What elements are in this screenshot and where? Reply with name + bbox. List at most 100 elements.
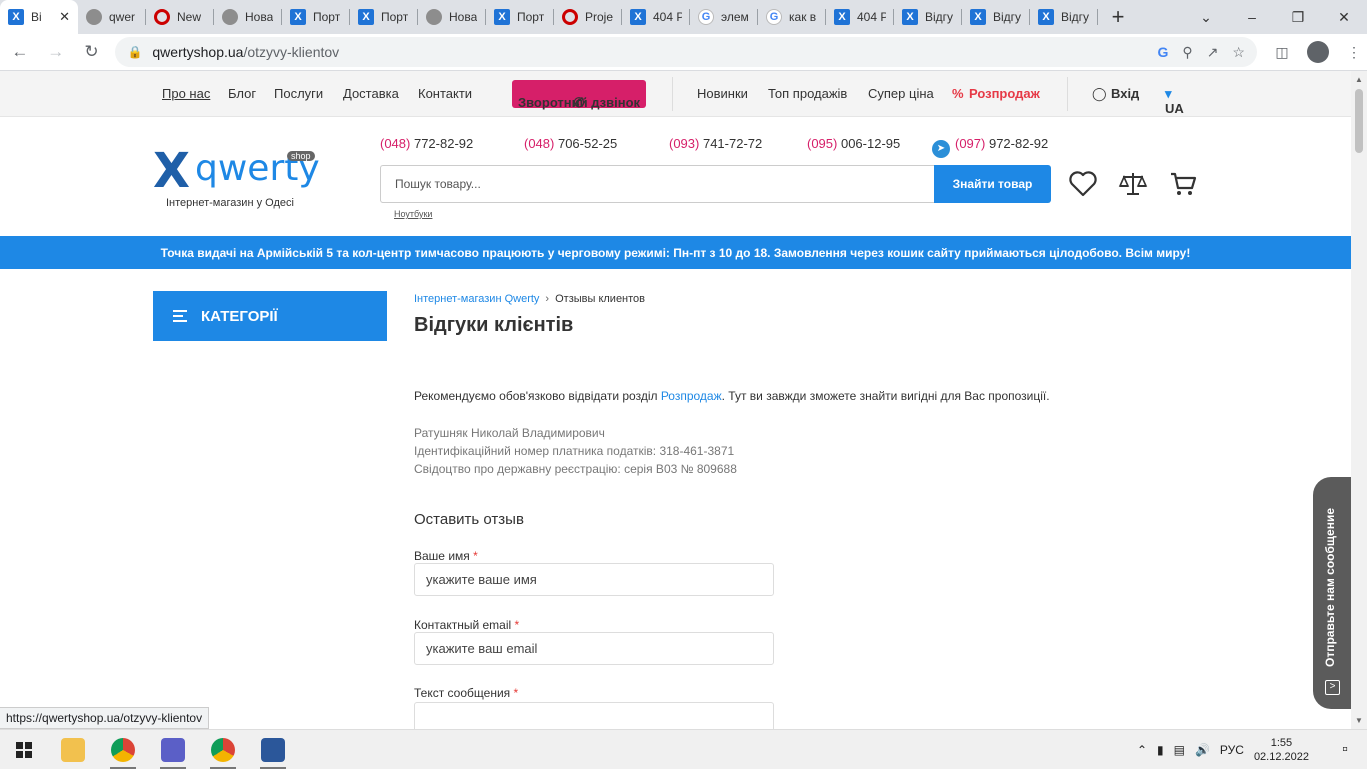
nav-contacts[interactable]: Контакти [418, 86, 472, 101]
google-translate-icon[interactable]: G [1158, 44, 1169, 60]
tab-search-icon[interactable]: ⌄ [1183, 0, 1229, 34]
zoom-icon[interactable]: ⚲ [1182, 44, 1192, 61]
close-tab-icon[interactable]: ✕ [59, 9, 70, 25]
browser-tab[interactable]: Нова [214, 0, 282, 34]
browser-tab[interactable]: X Порт [282, 0, 350, 34]
phone-4[interactable]: (095) 006-12-95 [807, 136, 900, 151]
browser-tab[interactable]: X 404 Р [622, 0, 690, 34]
minimize-button[interactable]: – [1229, 0, 1275, 34]
windows-logo-icon [16, 741, 32, 758]
back-button[interactable]: ← [4, 36, 36, 68]
maximize-button[interactable]: ❐ [1275, 0, 1321, 34]
word-app[interactable] [248, 730, 298, 769]
browser-tab[interactable]: Proje [554, 0, 622, 34]
browser-tab[interactable]: X Відгу [962, 0, 1030, 34]
new-tab-button[interactable]: + [1098, 0, 1138, 34]
nav-sale[interactable]: Розпродаж [969, 86, 1040, 101]
browser-tab[interactable]: X Порт [350, 0, 418, 34]
name-label: Ваше имя * [414, 549, 478, 563]
system-tray: ⌃ ▮ ▤ 🔊 РУС 1:55 02.12.2022 ▫ [1137, 736, 1367, 764]
chevron-right-icon: › [545, 293, 550, 305]
chrome-app[interactable] [98, 730, 148, 769]
tab-title: Відгу [1061, 10, 1090, 24]
telegram-icon: ➤ [932, 140, 950, 158]
logo-x-mark: X [153, 143, 191, 199]
phone-3[interactable]: (093) 741-72-72 [669, 136, 762, 151]
start-button[interactable] [0, 730, 48, 769]
tab-title: как в [789, 10, 817, 24]
clock[interactable]: 1:55 02.12.2022 [1254, 736, 1309, 764]
clock-date: 02.12.2022 [1253, 750, 1309, 763]
percent-icon: % [952, 86, 964, 101]
cart-icon[interactable] [1168, 169, 1198, 199]
forward-button[interactable]: → [40, 36, 72, 68]
chevron-up-icon[interactable]: ⌃ [1137, 743, 1147, 757]
share-icon[interactable]: ↗ [1207, 44, 1219, 61]
menu-kebab-icon[interactable]: ⋮ [1341, 39, 1367, 65]
phone-1[interactable]: (048) 772-82-92 [380, 136, 473, 151]
compare-scales-icon[interactable] [1118, 169, 1148, 199]
categories-button[interactable]: КАТЕГОРІЇ [153, 291, 387, 341]
browser-tab[interactable]: X Ві ✕ [0, 0, 78, 34]
browser-tab[interactable]: X Відгу [1030, 0, 1098, 34]
browser-tab[interactable]: X Порт [486, 0, 554, 34]
input-language[interactable]: РУС [1220, 743, 1244, 757]
word-icon [261, 737, 285, 762]
reload-button[interactable]: ↻ [76, 36, 108, 68]
globe-icon [222, 9, 238, 25]
search-input[interactable]: Пошук товару... [380, 165, 935, 203]
chrome-profile-app[interactable] [198, 730, 248, 769]
nav-divider [1067, 77, 1068, 111]
nav-about[interactable]: Про нас [162, 86, 210, 101]
feedback-widget[interactable]: Отправьте нам сообщение > [1313, 477, 1351, 709]
phone-2[interactable]: (048) 706-52-25 [524, 136, 617, 151]
file-explorer-app[interactable] [48, 730, 98, 769]
scroll-thumb[interactable] [1355, 89, 1363, 153]
email-field[interactable]: укажите ваш email [414, 632, 774, 665]
login-link[interactable]: Вхід [1111, 86, 1139, 101]
nav-top-sales[interactable]: Топ продажів [768, 86, 847, 101]
bookmark-star-icon[interactable]: ☆ [1232, 44, 1245, 61]
network-icon[interactable]: ▤ [1174, 743, 1185, 757]
tab-title: New [177, 10, 202, 24]
phone-5[interactable]: ➤ (097) 972-82-92 [932, 136, 1048, 158]
folder-icon [61, 737, 85, 762]
language-select[interactable]: UA ▾ [1165, 86, 1184, 116]
breadcrumb-home[interactable]: Інтернет-магазин Qwerty [414, 293, 539, 305]
scroll-up-arrow-icon[interactable]: ▲ [1355, 75, 1363, 84]
nav-super-price[interactable]: Супер ціна [868, 86, 934, 101]
browser-tab[interactable]: qwer [78, 0, 146, 34]
name-field[interactable]: укажите ваше имя [414, 563, 774, 596]
volume-icon[interactable]: 🔊 [1195, 743, 1210, 757]
red-circle-icon [562, 9, 578, 25]
wishlist-heart-icon[interactable] [1068, 169, 1098, 199]
teams-app[interactable] [148, 730, 198, 769]
nav-delivery[interactable]: Доставка [343, 86, 399, 101]
page-scrollbar[interactable]: ▲ ▼ [1351, 71, 1367, 729]
browser-tab[interactable]: Gэлем [690, 0, 758, 34]
profile-avatar[interactable] [1305, 39, 1331, 65]
search-button[interactable]: Знайти товар [934, 165, 1051, 203]
side-panel-icon[interactable]: ◫ [1269, 39, 1295, 65]
site-logo[interactable]: X qwerty shop Інтернет-магазин у Одесі [153, 143, 320, 209]
message-textarea[interactable] [414, 702, 774, 729]
search-hint-link[interactable]: Ноутбуки [394, 209, 432, 219]
nav-services[interactable]: Послуги [274, 86, 323, 101]
browser-tab[interactable]: X Відгу [894, 0, 962, 34]
scroll-down-arrow-icon[interactable]: ▼ [1355, 716, 1363, 725]
tab-title: Відгу [993, 10, 1022, 24]
tab-title: элем [721, 10, 749, 24]
browser-tab[interactable]: New [146, 0, 214, 34]
address-bar[interactable]: 🔒 qwertyshop.ua/otzyvy-klientov G ⚲ ↗ ☆ [115, 37, 1257, 67]
browser-tab[interactable]: Нова [418, 0, 486, 34]
nav-blog[interactable]: Блог [228, 86, 256, 101]
browser-tab[interactable]: X 404 Р [826, 0, 894, 34]
nav-new[interactable]: Новинки [697, 86, 748, 101]
callback-button[interactable]: ✆ Зворотний дзвінок [512, 80, 646, 110]
browser-tab[interactable]: Gкак в [758, 0, 826, 34]
close-window-button[interactable]: ✕ [1321, 0, 1367, 34]
battery-icon[interactable]: ▮ [1157, 743, 1164, 757]
sale-link[interactable]: Розпродаж [661, 389, 722, 403]
notifications-icon[interactable]: ▫ [1333, 738, 1357, 762]
tab-title: Порт [381, 10, 409, 24]
